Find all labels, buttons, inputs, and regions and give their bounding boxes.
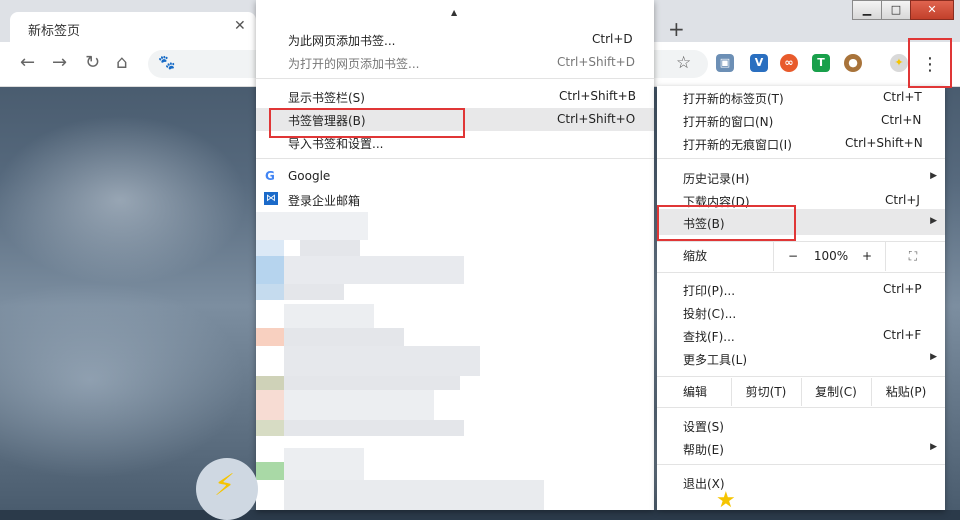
menu-item-shortcut: Ctrl+J bbox=[885, 193, 920, 207]
menu-separator bbox=[657, 376, 945, 377]
reload-icon[interactable]: ↻ bbox=[85, 52, 100, 73]
menu-item-label: 设置(S) bbox=[683, 420, 724, 434]
menu-item-shortcut: Ctrl+Shift+D bbox=[557, 55, 635, 69]
bookmarks-submenu: ▲ 为此网页添加书签... Ctrl+D 为打开的网页添加书签... Ctrl+… bbox=[256, 0, 654, 510]
menu-item-print[interactable]: 打印(P)... Ctrl+P bbox=[657, 278, 945, 301]
menu-item-cast[interactable]: 投射(C)... bbox=[657, 301, 945, 324]
v-extension-icon[interactable]: V bbox=[750, 54, 768, 72]
menu-item-label: 历史记录(H) bbox=[683, 172, 750, 186]
menu-separator bbox=[657, 407, 945, 408]
menu-item-label: 查找(F)... bbox=[683, 330, 735, 344]
menu-item-shortcut: Ctrl+Shift+B bbox=[559, 89, 636, 103]
zoom-in-button[interactable]: + bbox=[857, 241, 877, 271]
cut-button[interactable]: 剪切(T) bbox=[733, 378, 799, 406]
menu-item-label: 下载内容(D) bbox=[683, 195, 750, 209]
bookmark-google[interactable]: G Google bbox=[256, 165, 654, 188]
infinity-extension-icon[interactable]: ∞ bbox=[780, 54, 798, 72]
image-extension-icon[interactable]: ▣ bbox=[716, 54, 734, 72]
edit-label: 编辑 bbox=[683, 385, 708, 399]
minimize-button[interactable]: ▁ bbox=[852, 0, 882, 20]
menu-item-label: 书签(B) bbox=[683, 217, 725, 231]
menu-item-help[interactable]: 帮助(E) ▶ bbox=[657, 437, 945, 460]
tab-close-icon[interactable]: ✕ bbox=[234, 18, 246, 34]
tab-title: 新标签页 bbox=[28, 24, 81, 39]
menu-item-more-tools[interactable]: 更多工具(L) ▶ bbox=[657, 347, 945, 370]
maximize-button[interactable]: □ bbox=[881, 0, 911, 20]
menu-separator bbox=[657, 158, 945, 159]
bookmark-label: Google bbox=[288, 169, 331, 183]
window-close-button[interactable]: ✕ bbox=[910, 0, 954, 20]
fullscreen-icon[interactable]: ⛶ bbox=[901, 241, 925, 271]
bookmark-enterprise-mail[interactable]: ⋈ 登录企业邮箱 bbox=[256, 188, 654, 211]
lightning-icon: ⚡ bbox=[214, 468, 236, 503]
menu-item-bookmark-manager[interactable]: 书签管理器(B) Ctrl+Shift+O bbox=[256, 108, 654, 131]
menu-item-shortcut: Ctrl+Shift+N bbox=[845, 136, 923, 150]
submenu-arrow-icon: ▶ bbox=[930, 216, 937, 226]
shield-extension-icon[interactable]: T bbox=[812, 54, 830, 72]
menu-item-label: 打印(P)... bbox=[683, 284, 736, 298]
submenu-arrow-icon: ▶ bbox=[930, 171, 937, 181]
menu-item-shortcut: Ctrl+F bbox=[883, 328, 922, 342]
mail-icon: ⋈ bbox=[264, 192, 278, 205]
forward-icon[interactable]: → bbox=[52, 52, 67, 73]
menu-item-bookmark-open-pages[interactable]: 为打开的网页添加书签... Ctrl+Shift+D bbox=[256, 51, 654, 74]
menu-item-label: 更多工具(L) bbox=[683, 353, 748, 367]
menu-item-label: 打开新的标签页(T) bbox=[683, 92, 784, 106]
scroll-up-arrow-icon[interactable]: ▲ bbox=[451, 8, 457, 17]
menu-item-settings[interactable]: 设置(S) bbox=[657, 414, 945, 437]
menu-item-label: 显示书签栏(S) bbox=[288, 91, 365, 105]
menu-item-new-window[interactable]: 打开新的窗口(N) Ctrl+N bbox=[657, 109, 945, 132]
home-icon[interactable]: ⌂ bbox=[116, 52, 127, 73]
menu-item-shortcut: Ctrl+D bbox=[592, 32, 633, 46]
new-tab-button[interactable]: + bbox=[668, 17, 685, 41]
menu-item-label: 帮助(E) bbox=[683, 443, 724, 457]
watermark: 软件SOS bbox=[760, 468, 871, 498]
menu-item-shortcut: Ctrl+Shift+O bbox=[557, 112, 636, 126]
google-icon: G bbox=[265, 169, 275, 183]
menu-separator bbox=[256, 158, 654, 159]
paste-button[interactable]: 粘贴(P) bbox=[873, 378, 939, 406]
bookmark-star-icon[interactable]: ☆ bbox=[676, 53, 691, 73]
menu-item-new-tab[interactable]: 打开新的标签页(T) Ctrl+T bbox=[657, 86, 945, 109]
menu-item-shortcut: Ctrl+P bbox=[883, 282, 922, 296]
menu-item-label: 打开新的无痕窗口(I) bbox=[683, 138, 792, 152]
chrome-main-menu: 打开新的标签页(T) Ctrl+T 打开新的窗口(N) Ctrl+N 打开新的无… bbox=[657, 86, 945, 510]
menu-item-label: 投射(C)... bbox=[683, 307, 737, 321]
menu-item-label: 书签管理器(B) bbox=[288, 114, 366, 128]
menu-item-history[interactable]: 历史记录(H) ▶ bbox=[657, 166, 945, 189]
menu-item-label: 打开新的窗口(N) bbox=[683, 115, 774, 129]
menu-item-label: 导入书签和设置... bbox=[288, 137, 384, 151]
menu-item-incognito[interactable]: 打开新的无痕窗口(I) Ctrl+Shift+N bbox=[657, 132, 945, 155]
bookmark-label: 登录企业邮箱 bbox=[288, 194, 361, 208]
baidu-paw-icon: 🐾 bbox=[158, 55, 176, 71]
tab-new-tab[interactable]: 新标签页 ✕ bbox=[10, 12, 256, 42]
menu-separator bbox=[256, 78, 654, 79]
menu-item-label: 为打开的网页添加书签... bbox=[288, 57, 420, 71]
zoom-value: 100% bbox=[813, 249, 849, 263]
copy-button[interactable]: 复制(C) bbox=[803, 378, 869, 406]
profile-extension-icon[interactable]: ✦ bbox=[890, 54, 908, 72]
shortcut-tile[interactable]: ⚡ bbox=[196, 458, 258, 520]
menu-item-bookmarks[interactable]: 书签(B) ▶ bbox=[657, 209, 945, 235]
star-shortcut-icon: ★ bbox=[716, 488, 736, 513]
back-icon[interactable]: ← bbox=[20, 52, 35, 73]
zoom-label: 缩放 bbox=[683, 249, 708, 263]
menu-separator bbox=[657, 272, 945, 273]
submenu-arrow-icon: ▶ bbox=[930, 352, 937, 362]
zoom-out-button[interactable]: − bbox=[783, 241, 803, 271]
menu-item-import-bookmarks[interactable]: 导入书签和设置... bbox=[256, 131, 654, 154]
zoom-row: 缩放 − 100% + ⛶ bbox=[657, 241, 945, 271]
menu-item-find[interactable]: 查找(F)... Ctrl+F bbox=[657, 324, 945, 347]
menu-item-bookmark-page[interactable]: 为此网页添加书签... Ctrl+D bbox=[256, 28, 654, 51]
menu-item-show-bookmarks-bar[interactable]: 显示书签栏(S) Ctrl+Shift+B bbox=[256, 85, 654, 108]
menu-item-shortcut: Ctrl+N bbox=[881, 113, 922, 127]
menu-item-shortcut: Ctrl+T bbox=[883, 90, 922, 104]
edit-row: 编辑 剪切(T) 复制(C) 粘贴(P) bbox=[657, 378, 945, 406]
submenu-arrow-icon: ▶ bbox=[930, 442, 937, 452]
menu-item-label: 为此网页添加书签... bbox=[288, 34, 396, 48]
monkey-extension-icon[interactable]: ● bbox=[844, 54, 862, 72]
chrome-menu-icon[interactable]: ⋮ bbox=[920, 54, 940, 75]
